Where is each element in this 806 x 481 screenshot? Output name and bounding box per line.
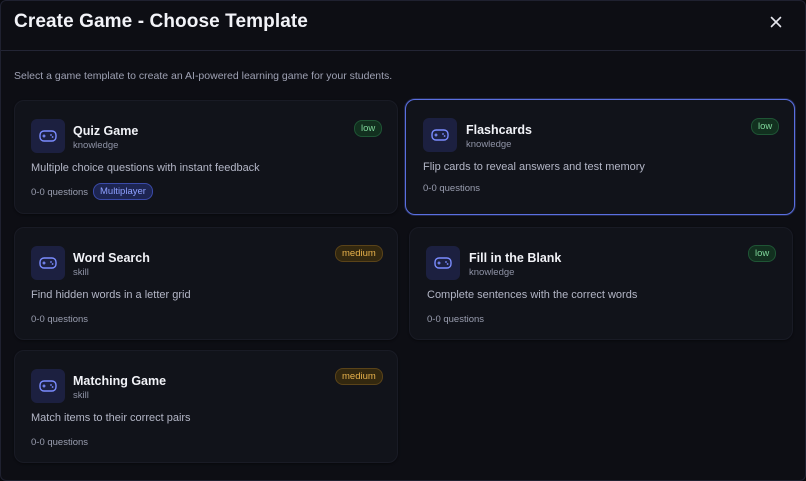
close-icon[interactable] (767, 13, 785, 31)
template-name: Quiz Game (73, 124, 139, 138)
template-name: Matching Game (73, 374, 167, 388)
template-category: skill (73, 267, 89, 278)
template-description: Match items to their correct pairs (31, 412, 191, 424)
template-card-quiz-game[interactable]: Quiz Game knowledge low Multiple choice … (14, 100, 398, 214)
question-count: 0-0 questions (31, 437, 89, 448)
template-description: Multiple choice questions with instant f… (31, 162, 260, 174)
template-category: knowledge (73, 140, 119, 151)
template-description: Flip cards to reveal answers and test me… (423, 161, 645, 173)
template-card-fill-in-the-blank[interactable]: Fill in the Blank knowledge low Complete… (409, 227, 793, 340)
dialog-title: Create Game - Choose Template (14, 11, 308, 32)
question-count: 0-0 questions (423, 183, 481, 194)
difficulty-badge: low (748, 245, 777, 262)
gamepad-icon (423, 118, 457, 152)
template-card-word-search[interactable]: Word Search skill medium Find hidden wor… (14, 227, 398, 340)
question-count: 0-0 questions (31, 314, 89, 325)
template-name: Fill in the Blank (469, 251, 562, 265)
multiplayer-tag: Multiplayer (93, 183, 153, 200)
difficulty-badge: low (751, 118, 780, 135)
gamepad-icon (31, 246, 65, 280)
gamepad-icon (31, 369, 65, 403)
template-description: Complete sentences with the correct word… (427, 289, 638, 301)
template-name: Flashcards (466, 123, 533, 137)
gamepad-icon (426, 246, 460, 280)
template-card-flashcards[interactable]: Flashcards knowledge low Flip cards to r… (405, 99, 795, 215)
dialog-subtitle: Select a game template to create an AI-p… (14, 70, 393, 82)
template-card-matching-game[interactable]: Matching Game skill medium Match items t… (14, 350, 398, 463)
template-category: knowledge (469, 267, 515, 278)
dialog-header: Create Game - Choose Template (1, 1, 805, 51)
difficulty-badge: medium (335, 245, 383, 262)
template-category: skill (73, 390, 89, 401)
difficulty-badge: medium (335, 368, 383, 385)
template-category: knowledge (466, 139, 512, 150)
question-count: 0-0 questions (31, 187, 89, 198)
question-count: 0-0 questions (427, 314, 485, 325)
template-description: Find hidden words in a letter grid (31, 289, 191, 301)
template-name: Word Search (73, 251, 150, 265)
create-game-dialog: Create Game - Choose Template Select a g… (0, 0, 806, 481)
gamepad-icon (31, 119, 65, 153)
difficulty-badge: low (354, 120, 383, 137)
